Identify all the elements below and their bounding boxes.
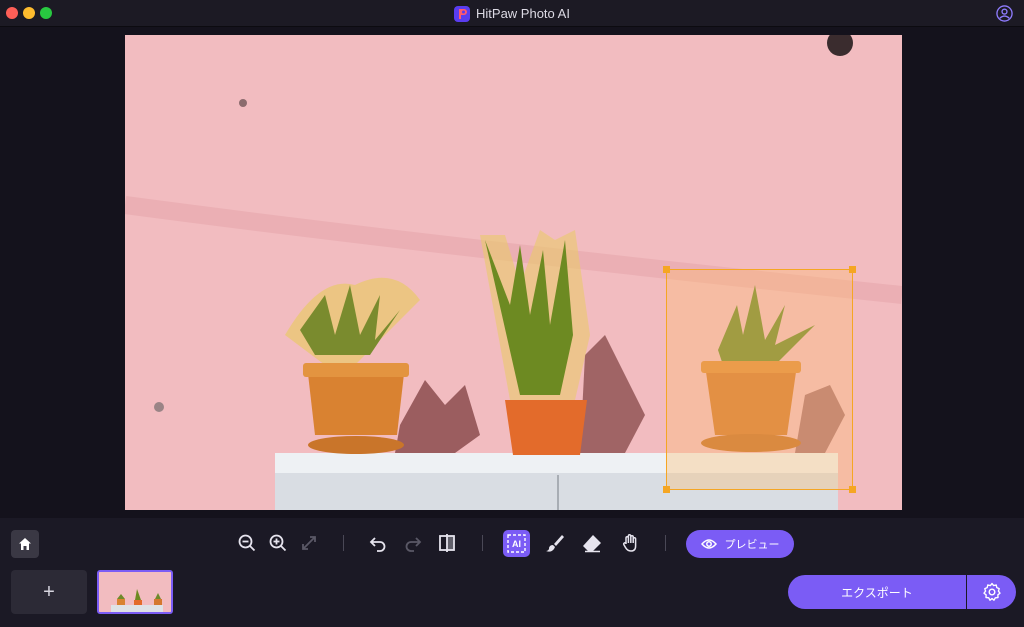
resize-handle-top-right[interactable] xyxy=(849,266,856,273)
undo-button[interactable] xyxy=(366,531,390,555)
brush-button[interactable] xyxy=(543,531,567,555)
compare-icon xyxy=(439,534,455,552)
preview-button[interactable]: プレビュー xyxy=(686,530,794,558)
hand-icon xyxy=(622,534,637,552)
toolbar-divider xyxy=(665,535,666,551)
brush-icon xyxy=(546,535,564,552)
window-title: HitPaw Photo AI xyxy=(0,0,1024,27)
ai-select-button[interactable]: AI xyxy=(503,530,530,557)
canvas-area[interactable] xyxy=(0,28,1024,518)
fit-screen-icon xyxy=(302,536,316,550)
export-label: エクスポート xyxy=(841,585,913,600)
hitpaw-logo-icon xyxy=(454,5,471,22)
zoom-in-icon xyxy=(269,534,287,552)
add-image-label: + xyxy=(43,580,55,603)
redo-button[interactable] xyxy=(401,531,425,555)
hand-button[interactable] xyxy=(619,531,643,555)
redo-icon xyxy=(405,537,422,552)
ai-select-label: AI xyxy=(512,538,521,549)
export-settings-button[interactable] xyxy=(967,575,1016,609)
preview-label: プレビュー xyxy=(724,539,780,551)
home-icon xyxy=(19,538,31,550)
toolbar-divider xyxy=(343,535,344,551)
eraser-button[interactable] xyxy=(580,531,604,555)
eraser-icon xyxy=(583,535,601,553)
window-title-text: HitPaw Photo AI xyxy=(476,6,570,21)
resize-handle-top-left[interactable] xyxy=(663,266,670,273)
home-button[interactable] xyxy=(11,530,39,558)
image-thumbnail[interactable] xyxy=(97,570,173,614)
fit-screen-button[interactable] xyxy=(297,531,321,555)
resize-handle-bottom-left[interactable] xyxy=(663,486,670,493)
undo-icon xyxy=(369,537,386,552)
title-bar: HitPaw Photo AI xyxy=(0,0,1024,27)
zoom-out-icon xyxy=(238,534,256,552)
gear-icon xyxy=(982,582,1001,601)
resize-handle-bottom-right[interactable] xyxy=(849,486,856,493)
thumbnail-image xyxy=(99,572,171,612)
add-image-button[interactable]: + xyxy=(11,570,87,614)
zoom-out-button[interactable] xyxy=(235,531,259,555)
eye-icon xyxy=(700,539,717,549)
export-button[interactable]: エクスポート xyxy=(788,575,966,609)
zoom-in-button[interactable] xyxy=(266,531,290,555)
compare-button[interactable] xyxy=(435,531,459,555)
user-account-icon[interactable] xyxy=(996,5,1013,22)
bottom-toolbar: AI プレビュー + エクスポート xyxy=(0,518,1024,627)
toolbar-divider xyxy=(482,535,483,551)
selection-box[interactable] xyxy=(663,266,856,493)
